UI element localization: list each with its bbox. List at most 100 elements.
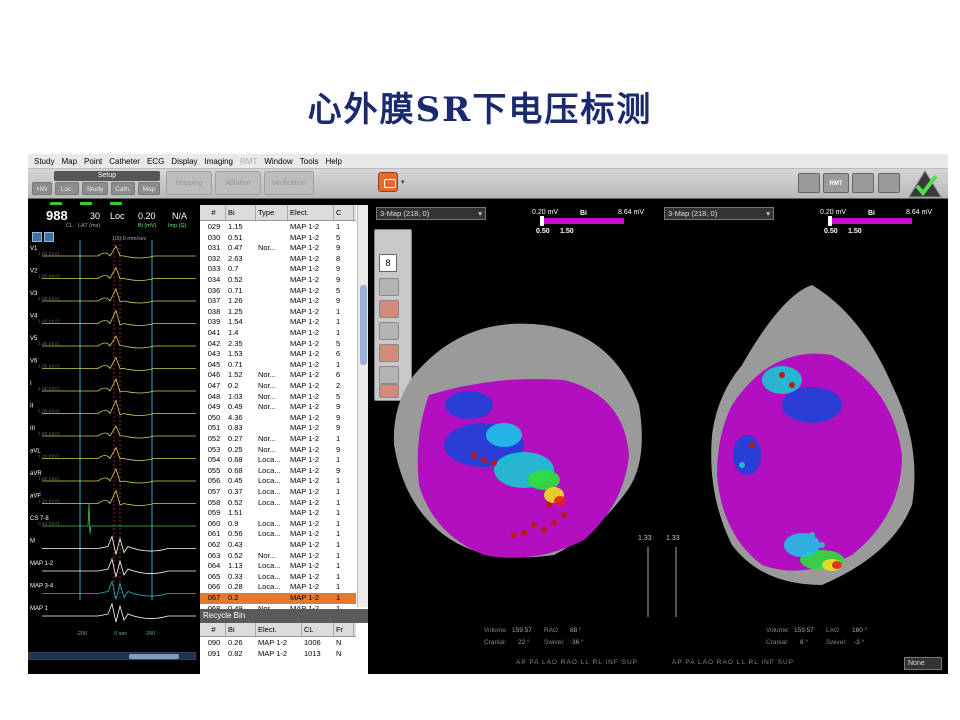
setup-header: Setup — [54, 171, 160, 181]
column-header-type[interactable]: Type — [256, 205, 288, 220]
table-row[interactable]: 051 0.83 MAP 1-2 9 — [200, 423, 356, 434]
menu-ecg[interactable]: ECG — [147, 157, 164, 166]
ecg-channel-label[interactable]: I — [30, 381, 32, 387]
table-row[interactable]: 064 1.13 Loca... MAP 1-2 1 — [200, 561, 356, 572]
ecg-scrollbar[interactable] — [28, 652, 196, 660]
column-header-c[interactable]: C — [334, 205, 354, 220]
column-header-fr[interactable]: Fr — [334, 623, 354, 636]
menu-catheter[interactable]: Catheter — [109, 157, 140, 166]
checkmark-status-icon[interactable] — [908, 170, 942, 198]
table-row[interactable]: 058 0.52 Loca... MAP 1-2 1 — [200, 497, 356, 509]
table-row[interactable]: 061 0.56 Loca... MAP 1-2 1 — [200, 529, 356, 540]
view-presets[interactable]: AP PA LAO RAO LL RL INF SUP — [672, 659, 794, 666]
column-header-cl[interactable]: CL — [302, 623, 334, 636]
point-table-scrollbar[interactable] — [357, 205, 368, 607]
table-row[interactable]: 047 0.2 Nor... MAP 1-2 2 — [200, 381, 356, 392]
table-row[interactable]: 031 0.47 Nor... MAP 1-2 9 — [200, 243, 356, 254]
table-row[interactable]: 041 1.4 MAP 1-2 1 — [200, 328, 356, 339]
table-row[interactable]: 056 0.45 Loca... MAP 1-2 1 — [200, 476, 356, 487]
table-row[interactable]: 063 0.52 Nor... MAP 1-2 1 — [200, 550, 356, 562]
ecg-channel-label[interactable]: V5 — [30, 336, 38, 342]
map-viewer-left[interactable]: 3-Map (218, 0) 0.20 mV Bi 8.64 mV 0.50 1… — [374, 205, 658, 674]
ecg-channel-label[interactable]: V1 — [30, 246, 38, 252]
menu-point[interactable]: Point — [84, 157, 102, 166]
table-row[interactable]: 029 1.15 MAP 1-2 1 — [200, 222, 356, 233]
table-row[interactable]: 043 1.53 MAP 1-2 6 — [200, 349, 356, 360]
network-icon[interactable] — [852, 173, 874, 193]
scrollbar-thumb[interactable] — [129, 654, 179, 659]
column-header-bi[interactable]: Bi — [226, 205, 256, 220]
menu-study[interactable]: Study — [34, 157, 54, 166]
table-row[interactable]: 057 0.37 Loca... MAP 1-2 1 — [200, 487, 356, 498]
table-row[interactable]: 030 0.51 MAP 1-2 5 — [200, 232, 356, 244]
column-header-number[interactable]: # — [200, 205, 226, 220]
menu-map[interactable]: Map — [61, 157, 77, 166]
tab-hw[interactable]: HW — [32, 182, 52, 195]
table-row[interactable]: 062 0.43 MAP 1-2 1 — [200, 540, 356, 551]
menu-tools[interactable]: Tools — [300, 157, 319, 166]
ecg-channel-label[interactable]: MAP 1-2 — [30, 561, 54, 567]
ecg-channel-label[interactable]: V6 — [30, 359, 38, 365]
table-row[interactable]: 033 0.7 MAP 1-2 9 — [200, 264, 356, 275]
table-row[interactable]: 034 0.52 MAP 1-2 9 — [200, 275, 356, 286]
ecg-channel-label[interactable]: MAP 3-4 — [30, 584, 54, 590]
zoom-slider[interactable] — [647, 547, 649, 617]
verification-button[interactable]: Verification — [264, 171, 314, 195]
table-row[interactable]: 048 1.03 Nor... MAP 1-2 5 — [200, 391, 356, 403]
table-row[interactable]: 067 0.2 MAP 1-2 1 — [200, 593, 356, 604]
heart-status-icon[interactable] — [878, 173, 900, 193]
table-row[interactable]: 042 2.35 MAP 1-2 5 — [200, 338, 356, 350]
table-row[interactable]: 046 1.52 Nor... MAP 1-2 6 — [200, 370, 356, 381]
column-header-electrode[interactable]: Elect. — [288, 205, 334, 220]
camera-dropdown-icon[interactable]: ▾ — [401, 178, 405, 186]
column-header-electrode[interactable]: Elect. — [256, 623, 302, 636]
view-presets[interactable]: AP PA LAO RAO LL RL INF SUP — [516, 659, 638, 666]
ecg-channel-label[interactable]: V2 — [30, 269, 38, 275]
table-row[interactable]: 049 0.49 Nor... MAP 1-2 9 — [200, 402, 356, 413]
ecg-channel-label[interactable]: M — [30, 539, 35, 545]
tab-study[interactable]: Study — [82, 182, 108, 195]
table-row[interactable]: 050 4.36 MAP 1-2 9 — [200, 412, 356, 424]
table-row[interactable]: 036 0.71 MAP 1-2 5 — [200, 285, 356, 297]
ecg-channel-label[interactable]: V3 — [30, 291, 38, 297]
overlay-dropdown[interactable]: None — [904, 657, 942, 670]
ecg-channel-label[interactable]: II — [30, 404, 34, 410]
table-row[interactable]: 060 0.9 Loca... MAP 1-2 1 — [200, 518, 356, 530]
table-row[interactable]: 053 0.25 Nor... MAP 1-2 9 — [200, 444, 356, 456]
table-row[interactable]: 039 1.54 MAP 1-2 1 — [200, 317, 356, 328]
table-row[interactable]: 045 0.71 MAP 1-2 1 — [200, 359, 356, 371]
camera-icon[interactable] — [378, 172, 398, 192]
column-header-bi[interactable]: Bi — [226, 623, 256, 636]
menu-imaging[interactable]: Imaging — [205, 157, 233, 166]
column-header-number[interactable]: # — [200, 623, 226, 636]
tab-map[interactable]: Map — [138, 182, 160, 195]
ecg-channel-label[interactable]: V4 — [30, 314, 38, 320]
table-row[interactable]: 090 0.26 MAP 1-2 1006 N — [200, 638, 356, 649]
table-row[interactable]: 055 0.68 Loca... MAP 1-2 9 — [200, 465, 356, 477]
ecg-channel-label[interactable]: MAP 1 — [30, 606, 49, 612]
menu-display[interactable]: Display — [171, 157, 197, 166]
tab-cath[interactable]: Cath. — [111, 182, 135, 195]
table-row[interactable]: 037 1.26 MAP 1-2 9 — [200, 296, 356, 307]
monitor-icon[interactable] — [798, 173, 820, 193]
table-row[interactable]: 054 0.68 Loca... MAP 1-2 1 — [200, 455, 356, 466]
table-row[interactable]: 059 1.51 MAP 1-2 1 — [200, 508, 356, 519]
ablation-button[interactable]: Ablation — [215, 171, 261, 195]
table-row[interactable]: 038 1.25 MAP 1-2 1 — [200, 306, 356, 318]
tab-loc[interactable]: Loc. — [55, 182, 79, 195]
mapping-button[interactable]: Mapping — [166, 171, 212, 195]
voltage-map-3d[interactable] — [662, 205, 948, 674]
menu-help[interactable]: Help — [325, 157, 341, 166]
ecg-channel-label[interactable]: III — [30, 426, 35, 432]
voltage-map-3d[interactable] — [374, 205, 658, 674]
scrollbar-thumb[interactable] — [360, 285, 367, 365]
menu-window[interactable]: Window — [264, 157, 292, 166]
zoom-slider[interactable] — [675, 547, 677, 617]
table-row[interactable]: 091 0.82 MAP 1-2 1013 N — [200, 649, 356, 660]
map-viewer-right[interactable]: 3-Map (218, 0) 0.20 mV Bi 8.64 mV 0.50 1… — [662, 205, 948, 674]
table-row[interactable]: 052 0.27 Nor... MAP 1-2 1 — [200, 434, 356, 445]
table-row[interactable]: 065 0.33 Loca... MAP 1-2 1 — [200, 571, 356, 583]
table-row[interactable]: 066 0.28 Loca... MAP 1-2 1 — [200, 582, 356, 593]
table-row[interactable]: 032 2.63 MAP 1-2 8 — [200, 253, 356, 265]
rmt-icon[interactable]: RMT — [823, 173, 849, 193]
